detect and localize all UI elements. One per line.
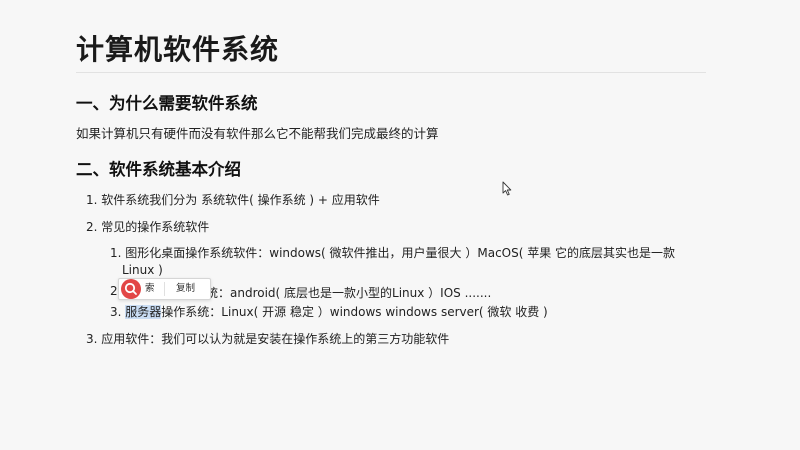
- list-item: 2. 常见的操作系统软件: [86, 220, 210, 234]
- search-button-label: 索: [145, 283, 155, 294]
- menu-divider: [164, 282, 165, 296]
- copy-button[interactable]: 复制: [176, 279, 195, 299]
- selected-text[interactable]: 服务器: [125, 305, 162, 319]
- page-title: 计算机软件系统: [76, 33, 280, 66]
- title-divider: [76, 72, 706, 73]
- sub-list-item-continuation: Linux ): [122, 263, 163, 277]
- sub-list-item-number: 3.: [110, 305, 122, 319]
- list-item: 1. 软件系统我们分为 系统软件( 操作系统 ) + 应用软件: [86, 193, 380, 207]
- document-page: 计算机软件系统 一、为什么需要软件系统 如果计算机只有硬件而没有软件那么它不能帮…: [0, 0, 800, 450]
- search-button[interactable]: 索: [121, 279, 163, 299]
- selection-context-menu: 索 复制: [118, 278, 211, 300]
- sub-list-item: 1. 图形化桌面操作系统软件：windows( 微软件推出，用户量很大 ）Mac…: [110, 246, 676, 260]
- search-icon: [121, 279, 141, 299]
- list-item: 3. 应用软件：我们可以认为就是安装在操作系统上的第三方功能软件: [86, 332, 450, 346]
- sub-list-item-text: 操作系统：Linux( 开源 稳定 ）windows windows serve…: [161, 305, 548, 319]
- sub-list-item: 统：android( 底层也是一款小型的Linux ）IOS .......: [206, 286, 492, 300]
- mouse-cursor-icon: [502, 181, 512, 196]
- section-heading-intro: 二、软件系统基本介绍: [76, 160, 241, 179]
- sub-list-item: 3. 服务器操作系统：Linux( 开源 稳定 ）windows windows…: [110, 303, 548, 320]
- section-paragraph: 如果计算机只有硬件而没有软件那么它不能帮我们完成最终的计算: [76, 126, 439, 141]
- section-heading-why: 一、为什么需要软件系统: [76, 94, 258, 113]
